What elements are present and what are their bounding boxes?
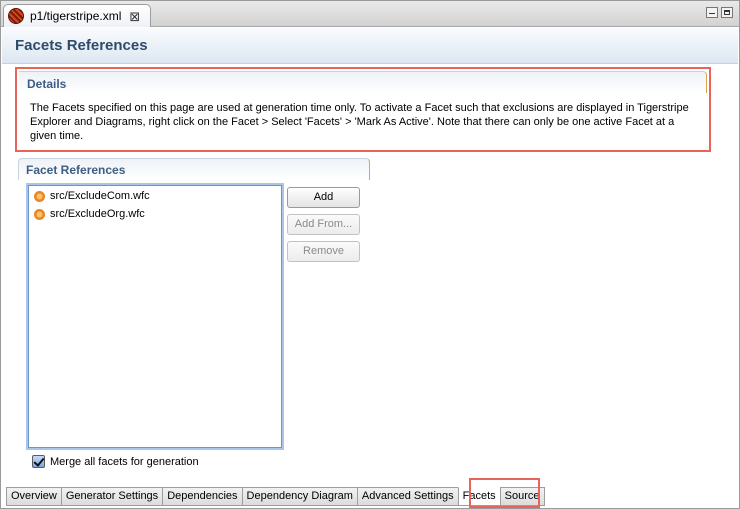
editor-window: p1/tigerstripe.xml ⊠ Facets References D… — [0, 0, 740, 509]
facets-tab-highlight-annotation — [469, 478, 540, 508]
list-item-label: src/ExcludeCom.wfc — [50, 190, 150, 202]
tab-dependencies[interactable]: Dependencies — [162, 487, 242, 506]
list-item-label: src/ExcludeOrg.wfc — [50, 208, 145, 220]
facet-references-section-title: Facet References — [26, 163, 126, 177]
list-item[interactable]: src/ExcludeOrg.wfc — [29, 206, 281, 222]
merge-facets-option[interactable]: Merge all facets for generation — [32, 455, 199, 468]
form-header: Facets References — [2, 28, 738, 64]
tab-overview[interactable]: Overview — [6, 487, 61, 506]
page-title: Facets References — [15, 37, 148, 54]
merge-facets-label: Merge all facets for generation — [50, 455, 199, 468]
editor-tab-title: p1/tigerstripe.xml — [30, 9, 122, 23]
list-item[interactable]: src/ExcludeCom.wfc — [29, 188, 281, 204]
tab-generator-settings[interactable]: Generator Settings — [60, 487, 163, 506]
maximize-icon[interactable] — [721, 7, 733, 18]
details-highlight-annotation — [15, 67, 711, 152]
add-from-button[interactable]: Add From... — [287, 214, 360, 235]
page-tab-bar: Overview Generator Settings Dependencies… — [6, 487, 545, 506]
merge-facets-checkbox[interactable] — [32, 455, 45, 468]
facet-references-list[interactable]: src/ExcludeCom.wfc src/ExcludeOrg.wfc — [28, 185, 282, 448]
editor-tab[interactable]: p1/tigerstripe.xml ⊠ — [3, 4, 151, 27]
facet-icon — [33, 208, 46, 221]
minimize-icon[interactable] — [706, 7, 718, 18]
remove-button[interactable]: Remove — [287, 241, 360, 262]
facet-icon — [33, 190, 46, 203]
tigerstripe-file-icon — [8, 8, 24, 24]
tab-dependency-diagram[interactable]: Dependency Diagram — [241, 487, 357, 506]
editor-tab-strip: p1/tigerstripe.xml ⊠ — [1, 1, 739, 27]
facet-references-section-header[interactable]: Facet References — [18, 158, 370, 180]
add-button[interactable]: Add — [287, 187, 360, 208]
close-icon[interactable]: ⊠ — [129, 10, 140, 23]
tab-advanced-settings[interactable]: Advanced Settings — [356, 487, 458, 506]
